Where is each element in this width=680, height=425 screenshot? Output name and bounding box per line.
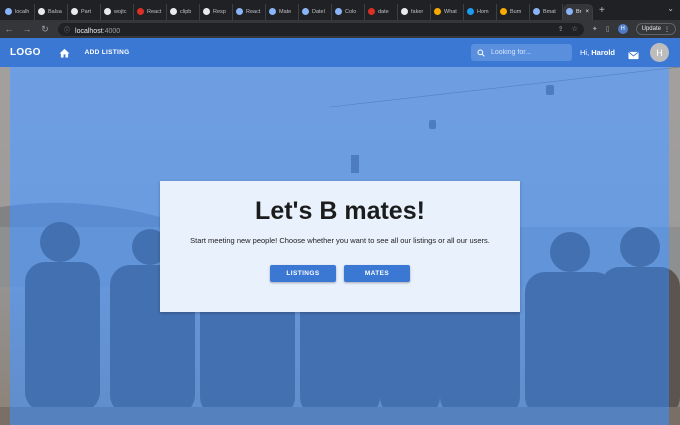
search-icon	[477, 49, 485, 57]
browser-toolbar: ← → ↻ ⓘ localhost:4000 ⇪ ☆ ✦ ▯ H Update ⋮	[0, 20, 680, 38]
home-icon[interactable]	[59, 47, 71, 59]
mates-button[interactable]: MATES	[344, 265, 410, 282]
tab-title: Mate	[279, 8, 292, 15]
favicon-icon	[203, 8, 210, 15]
page-title: Let's B mates!	[255, 197, 425, 225]
browser-tab-active[interactable]: Br ×	[563, 3, 593, 20]
favicon-icon	[170, 8, 177, 15]
favicon-icon	[401, 8, 408, 15]
favicon-icon	[335, 8, 342, 15]
tab-title: localh	[15, 8, 30, 15]
browser-tab[interactable]: React	[134, 3, 167, 20]
tab-title: Resp	[213, 8, 226, 15]
tab-title: Bum	[510, 8, 522, 15]
logo[interactable]: LOGO	[10, 47, 41, 58]
add-listing-link[interactable]: ADD LISTING	[85, 49, 130, 56]
card-actions: LISTINGS MATES	[270, 265, 410, 282]
favicon-icon	[38, 8, 45, 15]
side-panel-icon[interactable]: ▯	[606, 25, 610, 33]
browser-tab[interactable]: localh	[2, 3, 35, 20]
address-bar[interactable]: ⓘ localhost:4000 ⇪ ☆	[58, 22, 584, 36]
bookmark-star-icon[interactable]: ☆	[572, 25, 578, 33]
site-info-icon[interactable]: ⓘ	[64, 25, 70, 34]
page-subtitle: Start meeting new people! Choose whether…	[190, 236, 490, 245]
tab-title: Colo	[345, 8, 357, 15]
tab-title: Part	[81, 8, 92, 15]
profile-avatar[interactable]: H	[617, 24, 628, 34]
favicon-icon	[500, 8, 507, 15]
browser-tab[interactable]: Bmat	[530, 3, 563, 20]
browser-tab[interactable]: What	[431, 3, 464, 20]
browser-tab[interactable]: Part	[68, 3, 101, 20]
browser-tab[interactable]: faker	[398, 3, 431, 20]
tab-title: wojtc	[114, 8, 127, 15]
avatar[interactable]: H	[650, 43, 669, 62]
tab-title: Bmat	[543, 8, 556, 15]
tab-title: React	[246, 8, 261, 15]
browser-tab[interactable]: Balsa	[35, 3, 68, 20]
browser-tab[interactable]: Datel	[299, 3, 332, 20]
welcome-card: Let's B mates! Start meeting new people!…	[160, 181, 520, 312]
favicon-icon	[368, 8, 375, 15]
browser-tab[interactable]: Colo	[332, 3, 365, 20]
favicon-icon	[566, 8, 573, 15]
user-name: Harold	[591, 48, 616, 57]
back-arrow-icon[interactable]: ←	[4, 24, 14, 34]
search-box	[471, 44, 572, 61]
favicon-icon	[236, 8, 243, 15]
new-tab-button[interactable]: +	[599, 5, 605, 16]
url-host: localhost	[75, 28, 103, 35]
favicon-icon	[5, 8, 12, 15]
app-header: LOGO ADD LISTING Hi, Harold H	[0, 38, 680, 67]
tab-title: Datel	[312, 8, 325, 15]
hero-edge-left	[0, 67, 10, 425]
favicon-icon	[533, 8, 540, 15]
tab-title: Balsa	[48, 8, 62, 15]
tab-search-icon[interactable]: ⌄	[667, 4, 674, 13]
extensions-icon[interactable]: ✦	[592, 25, 598, 33]
tab-title: clipb	[180, 8, 192, 15]
reload-icon[interactable]: ↻	[40, 24, 50, 35]
browser-tab-strip: localh Balsa Part wojtc React clipb Resp React M…	[0, 0, 680, 20]
user-greeting: Hi, Harold	[580, 48, 615, 57]
browser-tab[interactable]: Mate	[266, 3, 299, 20]
browser-tab[interactable]: clipb	[167, 3, 200, 20]
favicon-icon	[137, 8, 144, 15]
close-icon[interactable]: ×	[585, 9, 589, 15]
browser-tab[interactable]: date	[365, 3, 398, 20]
mail-icon[interactable]	[628, 47, 639, 65]
browser-tab[interactable]: Resp	[200, 3, 233, 20]
tab-title: faker	[411, 8, 424, 15]
hero-edge-right	[669, 67, 680, 425]
browser-tab[interactable]: wojtc	[101, 3, 134, 20]
browser-tab[interactable]: Bum	[497, 3, 530, 20]
forward-arrow-icon[interactable]: →	[22, 24, 32, 34]
favicon-icon	[104, 8, 111, 15]
favicon-icon	[71, 8, 78, 15]
more-menu-icon: ⋮	[664, 26, 670, 33]
share-icon[interactable]: ⇪	[558, 25, 564, 33]
tab-title: React	[147, 8, 162, 15]
tab-title: date	[378, 8, 389, 15]
tab-title: Hom	[477, 8, 489, 15]
url-port: :4000	[102, 28, 121, 35]
listings-button[interactable]: LISTINGS	[270, 265, 336, 282]
update-label: Update	[641, 26, 661, 32]
greeting-prefix: Hi,	[580, 48, 592, 57]
browser-tab[interactable]: React	[233, 3, 266, 20]
favicon-icon	[467, 8, 474, 15]
tab-title: What	[444, 8, 457, 15]
update-button[interactable]: Update ⋮	[635, 23, 676, 35]
browser-tab[interactable]: Hom	[464, 3, 497, 20]
favicon-icon	[269, 8, 276, 15]
tab-title: Br	[576, 8, 582, 15]
favicon-icon	[302, 8, 309, 15]
tab-list: localh Balsa Part wojtc React clipb Resp React M…	[2, 1, 563, 20]
search-input[interactable]	[491, 49, 561, 56]
favicon-icon	[434, 8, 441, 15]
